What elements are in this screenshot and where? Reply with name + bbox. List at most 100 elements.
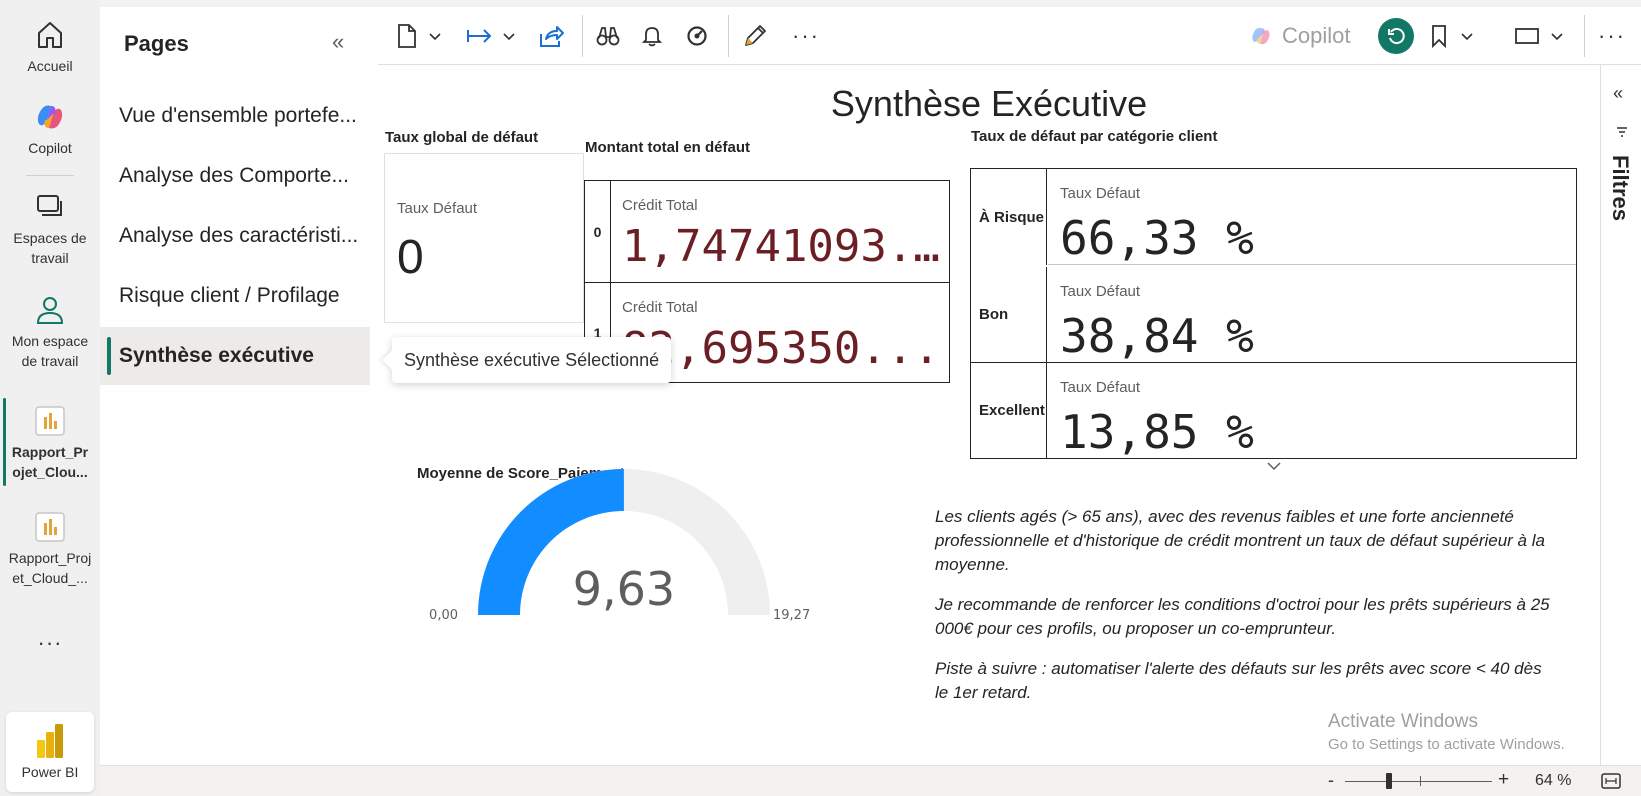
row-value: 1,74741093... <box>622 221 940 272</box>
gauge-chart: 9,63 0,00 19,27 <box>429 469 810 623</box>
zoom-slider-track[interactable] <box>1345 781 1492 782</box>
bookmark-icon <box>1432 25 1446 48</box>
gauge-value-label: 9,63 <box>573 562 675 616</box>
view-menu-button[interactable] <box>1514 21 1564 51</box>
gauge-icon <box>687 26 707 46</box>
card-categorie-row: Excellent Taux Défaut 13,85 % <box>971 362 1576 459</box>
card-global-title: Taux global de défaut <box>385 129 539 146</box>
row-key: 0 <box>585 181 611 282</box>
card-global-value: 0 <box>397 231 424 284</box>
card-categorie-row: Bon Taux Défaut 38,84 % <box>971 266 1576 363</box>
fit-to-page-icon[interactable] <box>1600 772 1622 790</box>
gauge-min-label: 0,00 <box>429 608 458 623</box>
chevron-down-icon <box>1461 33 1473 41</box>
page-tab-vue-ensemble[interactable]: Vue d'ensemble portefe... <box>100 87 370 145</box>
gauge-visual[interactable]: Moyenne de Score_Paiement 9,63 0,00 19,2… <box>398 465 858 715</box>
card-global-default-rate[interactable]: Taux Défaut 0 <box>384 153 584 323</box>
metrics-button[interactable] <box>686 21 708 51</box>
row-label: Crédit Total <box>622 299 698 316</box>
row-label: Taux Défaut <box>1060 379 1141 396</box>
row-value: 13,85 % <box>1060 405 1254 459</box>
filter-funnel-icon <box>1617 127 1627 137</box>
power-bi-product-tile[interactable]: Power BI <box>6 712 94 792</box>
window-icon <box>1515 28 1539 44</box>
card-categorie-row: À Risque Taux Défaut 66,33 % <box>971 169 1576 265</box>
ellipsis-icon: ··· <box>1598 23 1626 48</box>
narrative-paragraph: Je recommande de renforcer les condition… <box>935 595 1550 638</box>
zoom-slider-thumb[interactable] <box>1386 773 1392 789</box>
share-button[interactable] <box>538 21 564 51</box>
rail-report-active[interactable]: Rapport_Projet_Clou... <box>0 404 100 482</box>
page-tab-risque-client[interactable]: Risque client / Profilage <box>100 267 370 325</box>
filters-pane-label: Filtres <box>1608 155 1633 222</box>
filters-pane-collapsed[interactable]: « Filtres <box>1600 65 1641 765</box>
find-button[interactable] <box>596 21 620 51</box>
rail-home-label: Accueil <box>27 58 73 74</box>
double-chevron-left-icon: « <box>332 29 345 54</box>
zoom-level[interactable]: 64 % <box>1535 772 1571 790</box>
bookmark-menu-button[interactable] <box>1430 21 1474 51</box>
expand-filters-chevron-icon[interactable]: « <box>1613 83 1623 104</box>
toolbar-divider <box>1584 15 1585 57</box>
copilot-button-label: Copilot <box>1282 23 1351 48</box>
row-cell: Taux Défaut 13,85 % <box>1048 363 1576 459</box>
overflow-menu-button[interactable]: ··· <box>1598 21 1626 51</box>
row-label: Taux Défaut <box>1060 185 1141 202</box>
row-key: À Risque <box>971 169 1047 265</box>
rail-myspace[interactable]: Mon espace de travail <box>0 293 100 371</box>
row-value: 38,84 % <box>1060 309 1254 363</box>
reset-arrow-icon <box>1388 28 1405 45</box>
rail-copilot-label: Copilot <box>28 140 72 156</box>
rail-report1-label: Rapport_Projet_Clou... <box>11 444 89 480</box>
row-key: Bon <box>971 267 1047 362</box>
narrative-textbox[interactable]: Les clients agés (> 65 ans), avec des re… <box>935 505 1555 721</box>
row-label: Taux Défaut <box>1060 283 1141 300</box>
power-bi-logo-icon <box>37 724 63 758</box>
person-icon <box>36 297 64 324</box>
windows-activation-watermark-title: Activate Windows <box>1328 711 1478 732</box>
rail-workspaces-label: Espaces de travail <box>13 230 87 266</box>
edit-button[interactable] <box>742 21 768 51</box>
file-menu-button[interactable] <box>396 21 442 51</box>
copilot-button[interactable]: Copilot <box>1248 21 1350 51</box>
rail-report2-label: Rapport_Projet_Cloud_... <box>8 550 92 586</box>
ellipsis-icon: ··· <box>792 23 820 48</box>
pages-pane-title: Pages <box>124 31 189 56</box>
power-bi-app: Accueil Copilot Espaces de travail Mon e… <box>0 0 1641 796</box>
rail-workspaces[interactable]: Espaces de travail <box>0 190 100 268</box>
rail-myspace-label: Mon espace de travail <box>11 333 89 369</box>
rail-divider <box>26 175 74 176</box>
report-title: Synthèse Exécutive <box>830 83 1148 124</box>
row-value: 66,33 % <box>1060 211 1254 265</box>
left-rail: Accueil Copilot Espaces de travail Mon e… <box>0 0 100 796</box>
more-options-button[interactable]: ··· <box>792 21 820 51</box>
card-montant-title: Montant total en défaut <box>585 139 750 156</box>
rail-copilot[interactable]: Copilot <box>0 100 100 158</box>
page-tab-comportements[interactable]: Analyse des Comporte... <box>100 147 370 205</box>
toolbar-divider <box>582 15 583 57</box>
zoom-in-button[interactable]: + <box>1498 769 1509 791</box>
zoom-out-button[interactable]: - <box>1328 770 1334 791</box>
alerts-button[interactable] <box>642 21 662 51</box>
copilot-icon <box>37 105 63 129</box>
rail-home[interactable]: Accueil <box>0 18 100 76</box>
binoculars-icon <box>596 27 620 46</box>
card-categorie-client[interactable]: À Risque Taux Défaut 66,33 % Bon Taux Dé… <box>970 168 1577 459</box>
page-tab-synthese-active[interactable]: Synthèse exécutive <box>100 327 370 385</box>
rail-more-button[interactable]: ··· <box>0 630 100 656</box>
narrative-paragraph: Les clients agés (> 65 ans), avec des re… <box>935 507 1545 574</box>
report-toolbar: ··· Copilot ··· <box>378 7 1641 65</box>
report-icon <box>35 406 65 436</box>
scroll-chevron-down-icon[interactable] <box>1266 458 1282 476</box>
home-icon <box>38 22 62 48</box>
card-categorie-title: Taux de défaut par catégorie client <box>971 128 1218 145</box>
reset-button[interactable] <box>1378 18 1414 54</box>
rail-report-2[interactable]: Rapport_Projet_Cloud_... <box>0 510 100 588</box>
collapse-pages-button[interactable]: « <box>332 29 344 55</box>
arrow-right-bar-icon <box>467 29 492 43</box>
export-menu-button[interactable] <box>466 21 516 51</box>
zoom-slider-tick <box>1420 776 1421 786</box>
row-label: Crédit Total <box>622 197 698 214</box>
page-tab-caracteristiques[interactable]: Analyse des caractéristi... <box>100 207 370 265</box>
gauge-max-label: 19,27 <box>773 608 810 623</box>
